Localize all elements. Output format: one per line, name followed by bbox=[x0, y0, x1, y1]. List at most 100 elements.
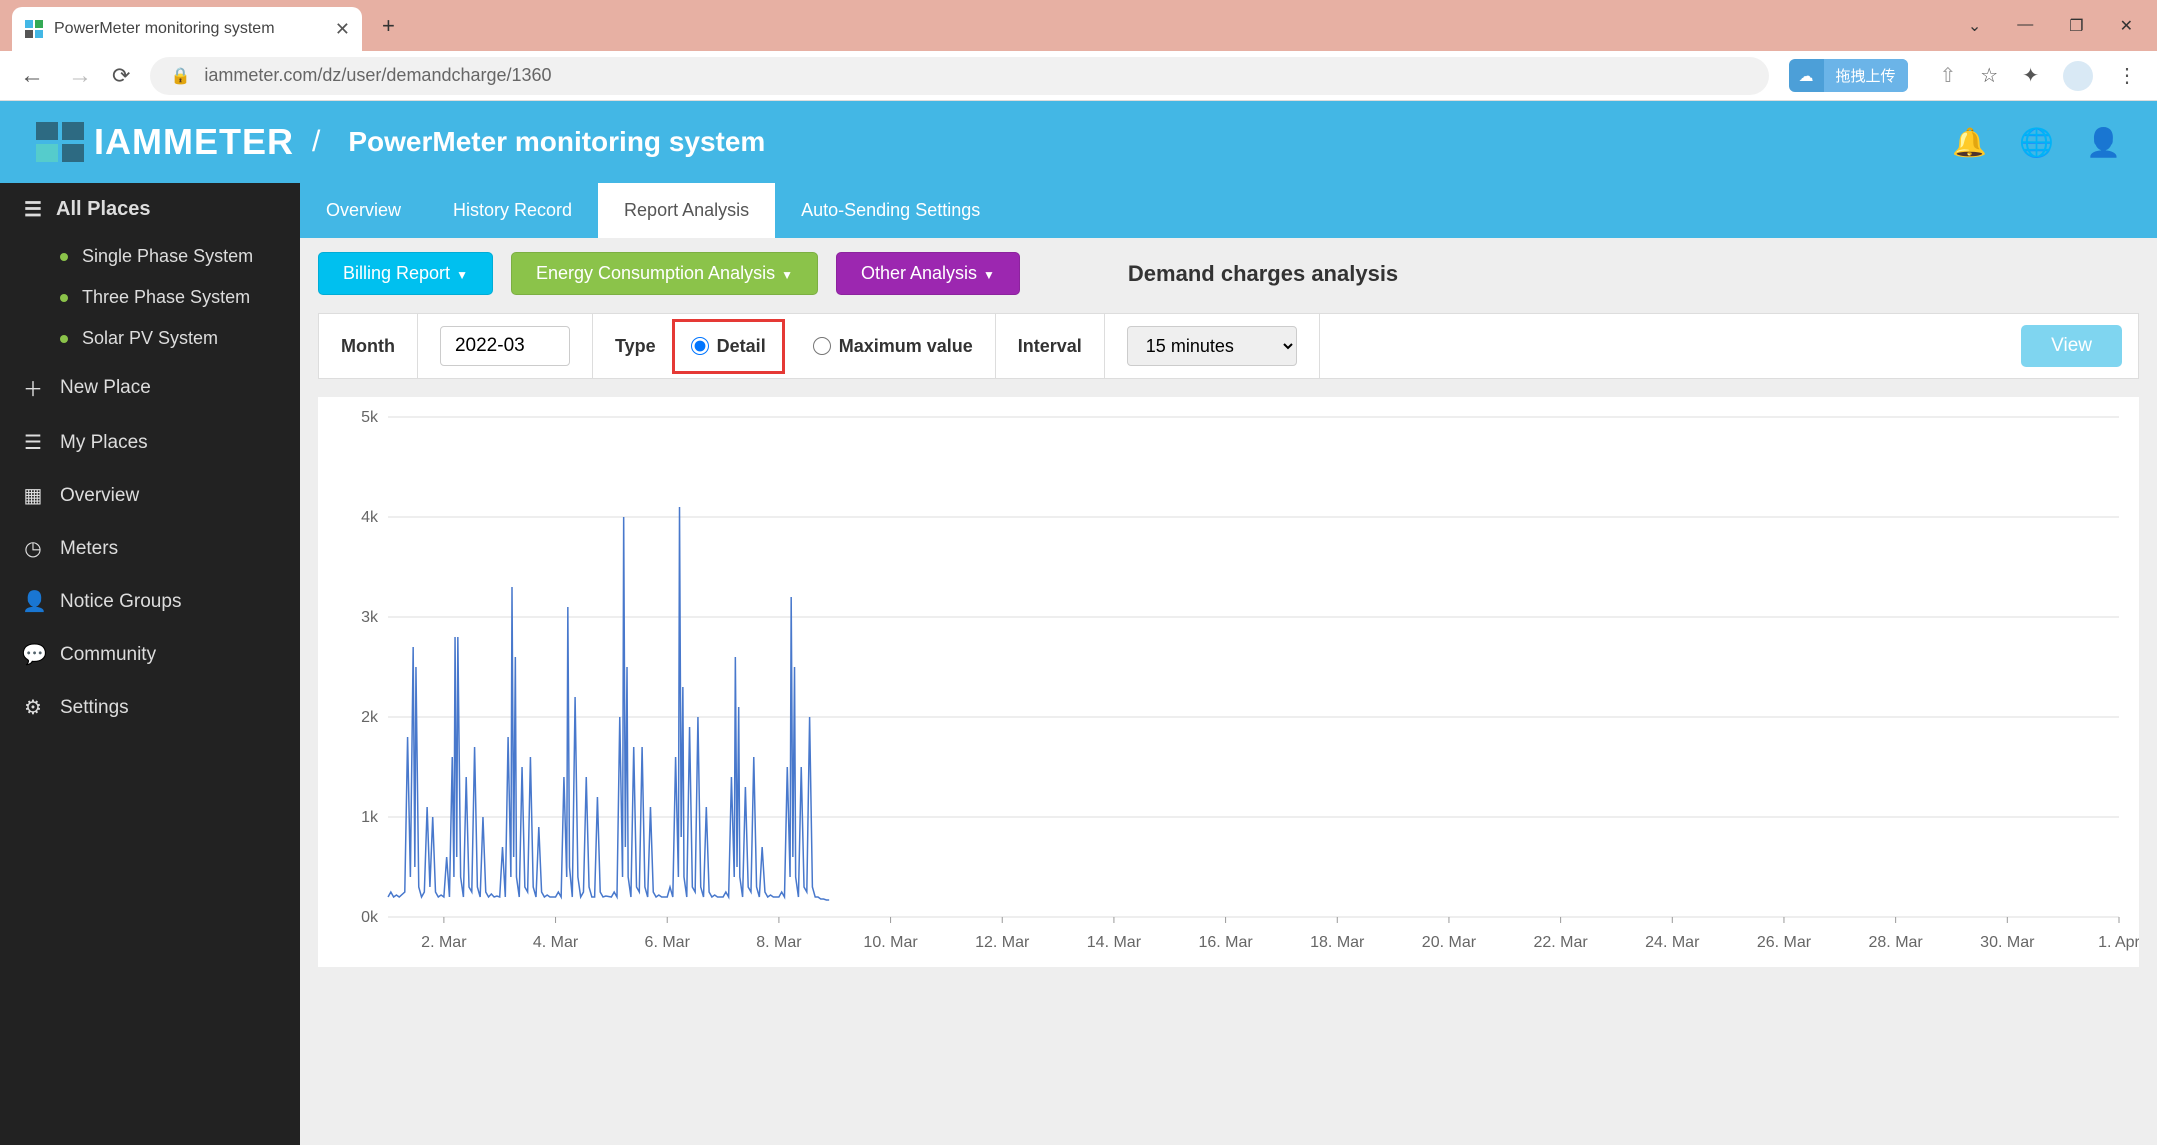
chevron-down-icon[interactable]: ⌄ bbox=[1968, 16, 1981, 36]
browser-toolbar: ← → ⟳ 🔒 iammeter.com/dz/user/demandcharg… bbox=[0, 51, 2157, 101]
globe-icon[interactable]: 🌐 bbox=[2019, 126, 2054, 159]
svg-text:4k: 4k bbox=[361, 509, 379, 526]
max-radio-input[interactable] bbox=[813, 337, 831, 355]
caret-down-icon: ▼ bbox=[456, 268, 468, 282]
sidebar-item-community[interactable]: 💬Community bbox=[0, 628, 300, 681]
brand-text: IAMMETER bbox=[94, 121, 294, 163]
sidebar-item-my-places[interactable]: ☰My Places bbox=[0, 416, 300, 469]
svg-text:2k: 2k bbox=[361, 709, 379, 726]
comment-icon: 💬 bbox=[22, 642, 44, 667]
forward-icon[interactable]: → bbox=[68, 62, 92, 90]
back-icon[interactable]: ← bbox=[20, 62, 44, 90]
type-label: Type bbox=[615, 336, 656, 357]
logo-mark-icon bbox=[36, 122, 84, 162]
notifications-icon[interactable]: 🔔 bbox=[1952, 126, 1987, 159]
status-dot-icon bbox=[60, 335, 68, 343]
tab-title: PowerMeter monitoring system bbox=[54, 20, 325, 38]
other-analysis-button[interactable]: Other Analysis▼ bbox=[836, 252, 1020, 295]
logo[interactable]: IAMMETER bbox=[36, 121, 294, 163]
view-button[interactable]: View bbox=[2021, 325, 2122, 367]
maximize-icon[interactable]: ❐ bbox=[2069, 16, 2083, 36]
url-text: iammeter.com/dz/user/demandcharge/1360 bbox=[204, 65, 551, 86]
new-tab-button[interactable]: + bbox=[382, 13, 395, 39]
close-window-icon[interactable]: ✕ bbox=[2120, 16, 2133, 36]
svg-text:14. Mar: 14. Mar bbox=[1087, 934, 1142, 951]
svg-text:3k: 3k bbox=[361, 609, 379, 626]
sidebar-item-three-phase[interactable]: Three Phase System bbox=[0, 277, 300, 318]
tab-report-analysis[interactable]: Report Analysis bbox=[598, 183, 775, 238]
interval-label: Interval bbox=[1018, 336, 1082, 357]
sidebar-item-solar-pv[interactable]: Solar PV System bbox=[0, 318, 300, 359]
svg-text:20. Mar: 20. Mar bbox=[1422, 934, 1477, 951]
svg-text:30. Mar: 30. Mar bbox=[1980, 934, 2035, 951]
svg-text:10. Mar: 10. Mar bbox=[863, 934, 918, 951]
status-dot-icon bbox=[60, 294, 68, 302]
svg-text:4. Mar: 4. Mar bbox=[533, 934, 579, 951]
menu-icon[interactable]: ⋮ bbox=[2117, 63, 2137, 88]
sidebar-item-single-phase[interactable]: Single Phase System bbox=[0, 236, 300, 277]
svg-text:18. Mar: 18. Mar bbox=[1310, 934, 1365, 951]
user-icon: 👤 bbox=[22, 589, 44, 614]
sidebar-item-notice-groups[interactable]: 👤Notice Groups bbox=[0, 575, 300, 628]
month-input[interactable] bbox=[440, 326, 570, 366]
sidebar-item-meters[interactable]: ◷Meters bbox=[0, 522, 300, 575]
svg-text:26. Mar: 26. Mar bbox=[1757, 934, 1812, 951]
profile-avatar[interactable] bbox=[2063, 61, 2093, 91]
browser-tab-bar: PowerMeter monitoring system ✕ + ⌄ — ❐ ✕ bbox=[0, 0, 2157, 51]
app-header: IAMMETER / PowerMeter monitoring system … bbox=[0, 101, 2157, 183]
list-icon: ☰ bbox=[22, 197, 44, 222]
type-detail-radio[interactable]: Detail bbox=[672, 319, 785, 374]
gauge-icon: ◷ bbox=[22, 536, 44, 561]
month-label: Month bbox=[341, 336, 395, 357]
svg-text:5k: 5k bbox=[361, 409, 379, 426]
sidebar-item-settings[interactable]: ⚙Settings bbox=[0, 681, 300, 734]
svg-text:8. Mar: 8. Mar bbox=[756, 934, 802, 951]
svg-text:1k: 1k bbox=[361, 809, 379, 826]
caret-down-icon: ▼ bbox=[781, 268, 793, 282]
svg-text:16. Mar: 16. Mar bbox=[1198, 934, 1253, 951]
tabs-bar: Overview History Record Report Analysis … bbox=[300, 183, 2157, 238]
plus-icon: ＋ bbox=[22, 373, 44, 402]
sidebar-all-places[interactable]: ☰ All Places bbox=[0, 183, 300, 236]
svg-text:12. Mar: 12. Mar bbox=[975, 934, 1030, 951]
action-button-row: Billing Report▼ Energy Consumption Analy… bbox=[300, 238, 2157, 295]
main-content: Overview History Record Report Analysis … bbox=[300, 183, 2157, 1145]
energy-consumption-button[interactable]: Energy Consumption Analysis▼ bbox=[511, 252, 818, 295]
svg-text:24. Mar: 24. Mar bbox=[1645, 934, 1700, 951]
upload-extension-badge[interactable]: ☁ 拖拽上传 bbox=[1789, 59, 1908, 92]
address-bar[interactable]: 🔒 iammeter.com/dz/user/demandcharge/1360 bbox=[150, 57, 1768, 95]
lock-icon: 🔒 bbox=[170, 66, 190, 86]
tab-close-icon[interactable]: ✕ bbox=[335, 19, 350, 40]
detail-radio-input[interactable] bbox=[691, 337, 709, 355]
user-icon[interactable]: 👤 bbox=[2086, 126, 2121, 159]
svg-text:1. Apr: 1. Apr bbox=[2098, 934, 2139, 951]
upload-text: 拖拽上传 bbox=[1824, 59, 1908, 92]
extensions-icon[interactable]: ✦ bbox=[2022, 63, 2039, 88]
svg-text:6. Mar: 6. Mar bbox=[645, 934, 691, 951]
window-controls: ⌄ — ❐ ✕ bbox=[1968, 16, 2157, 51]
filter-bar: Month Type Detail Maximum value bbox=[318, 313, 2139, 379]
tab-overview[interactable]: Overview bbox=[300, 183, 427, 238]
tab-auto-sending[interactable]: Auto-Sending Settings bbox=[775, 183, 1006, 238]
star-icon[interactable]: ☆ bbox=[1980, 63, 1998, 88]
billing-report-button[interactable]: Billing Report▼ bbox=[318, 252, 493, 295]
app-subtitle: PowerMeter monitoring system bbox=[348, 126, 765, 158]
tab-history-record[interactable]: History Record bbox=[427, 183, 598, 238]
cloud-icon: ☁ bbox=[1789, 61, 1824, 91]
interval-select[interactable]: 15 minutes bbox=[1127, 326, 1297, 366]
demand-chart: 0k1k2k3k4k5k2. Mar4. Mar6. Mar8. Mar10. … bbox=[318, 397, 2139, 967]
minimize-icon[interactable]: — bbox=[2017, 16, 2033, 36]
svg-text:0k: 0k bbox=[361, 909, 379, 926]
reload-icon[interactable]: ⟳ bbox=[112, 63, 130, 89]
page-title: Demand charges analysis bbox=[1128, 261, 1398, 287]
sidebar-item-overview[interactable]: ▦Overview bbox=[0, 469, 300, 522]
sidebar-item-new-place[interactable]: ＋New Place bbox=[0, 359, 300, 416]
tab-favicon bbox=[24, 19, 44, 39]
browser-tab[interactable]: PowerMeter monitoring system ✕ bbox=[12, 7, 362, 51]
sidebar: ☰ All Places Single Phase System Three P… bbox=[0, 183, 300, 1145]
status-dot-icon bbox=[60, 253, 68, 261]
type-maximum-radio[interactable]: Maximum value bbox=[813, 336, 973, 357]
gear-icon: ⚙ bbox=[22, 695, 44, 720]
list-icon: ☰ bbox=[22, 430, 44, 455]
share-icon[interactable]: ⇧ bbox=[1940, 63, 1957, 88]
